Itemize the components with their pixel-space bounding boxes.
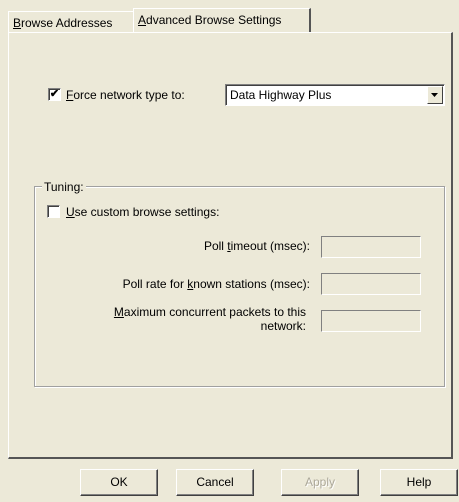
force-network-label: Force network type to:: [66, 88, 185, 102]
dropdown-arrow-button[interactable]: [427, 86, 443, 104]
poll-timeout-label: Poll timeout (msec):: [203, 239, 310, 253]
tab-browse-addresses[interactable]: Browse Addresses: [8, 11, 135, 33]
force-network-checkbox[interactable]: ✔: [48, 88, 61, 101]
poll-rate-input[interactable]: [321, 273, 421, 295]
cancel-button[interactable]: Cancel: [176, 469, 254, 496]
custom-browse-checkbox[interactable]: [47, 205, 60, 218]
tuning-legend: Tuning:: [42, 180, 86, 194]
network-type-select[interactable]: Data Highway Plus: [225, 84, 445, 106]
network-type-value: Data Highway Plus: [230, 88, 332, 102]
chevron-down-icon: [431, 93, 438, 97]
max-packets-input[interactable]: [321, 310, 421, 332]
ok-button[interactable]: OK: [80, 469, 158, 496]
apply-button[interactable]: Apply: [281, 469, 359, 496]
custom-browse-label: Use custom browse settings:: [66, 205, 220, 219]
help-button[interactable]: Help: [380, 469, 458, 496]
tab-advanced-browse-settings-label: Advanced Browse Settings: [138, 13, 282, 27]
checkmark-icon: ✔: [49, 88, 60, 100]
poll-rate-label: Poll rate for known stations (msec):: [122, 277, 310, 291]
poll-timeout-input[interactable]: [321, 236, 421, 258]
tab-advanced-browse-settings[interactable]: Advanced Browse Settings: [133, 8, 311, 32]
tab-browse-addresses-label: Browse Addresses: [13, 16, 113, 30]
max-packets-label: Maximum concurrent packets to this networ…: [113, 305, 306, 333]
